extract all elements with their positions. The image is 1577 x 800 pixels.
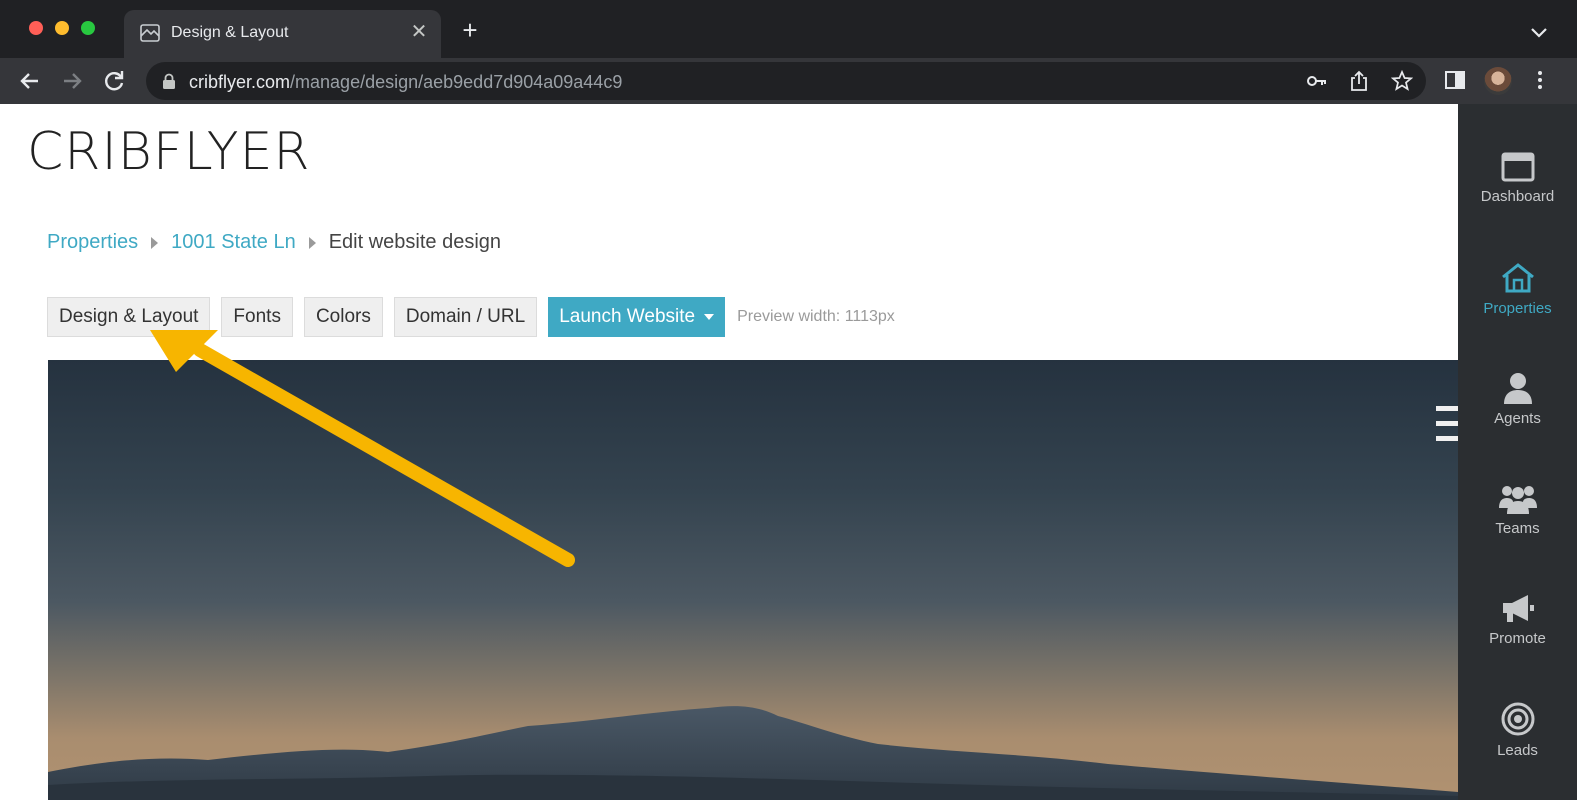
browser-titlebar: Design & Layout ✕ + bbox=[0, 0, 1577, 58]
preview-width-label: Preview width: 1113px bbox=[737, 308, 895, 325]
sidebar-item-teams[interactable]: Teams bbox=[1458, 482, 1577, 572]
sidebar-item-promote[interactable]: Promote bbox=[1458, 592, 1577, 682]
tab-title: Design & Layout bbox=[171, 24, 289, 41]
minimize-window-button[interactable] bbox=[55, 21, 69, 35]
chevron-down-icon[interactable] bbox=[1527, 20, 1551, 44]
breadcrumb-separator-icon bbox=[308, 236, 316, 249]
browser-toolbar: cribflyer.com/manage/design/aeb9edd7d904… bbox=[0, 58, 1577, 104]
caret-down-icon bbox=[704, 314, 715, 320]
cribflyer-favicon-icon bbox=[140, 24, 160, 42]
side-panel-icon[interactable] bbox=[1443, 68, 1467, 92]
star-icon[interactable] bbox=[1391, 70, 1413, 92]
tab-domain-url[interactable]: Domain / URL bbox=[393, 297, 538, 337]
forward-arrow-icon[interactable] bbox=[58, 67, 86, 95]
back-arrow-icon[interactable] bbox=[16, 67, 44, 95]
group-icon bbox=[1498, 486, 1537, 514]
lock-icon[interactable] bbox=[162, 73, 176, 89]
sidebar-item-label: Agents bbox=[1494, 410, 1541, 427]
browser-tab[interactable]: Design & Layout ✕ bbox=[124, 10, 441, 58]
breadcrumb-separator-icon bbox=[151, 236, 159, 249]
breadcrumb-current: Edit website design bbox=[328, 231, 502, 253]
cribflyer-logo[interactable]: CRIBFLYER bbox=[27, 122, 311, 182]
sidebar-item-agents[interactable]: Agents bbox=[1458, 372, 1577, 462]
launch-website-label: Launch Website bbox=[559, 306, 696, 327]
sidebar-item-leads[interactable]: Leads bbox=[1458, 702, 1577, 792]
design-tabs: Design & Layout Fonts Colors Domain / UR… bbox=[47, 297, 895, 337]
window-icon bbox=[1501, 152, 1534, 182]
close-window-button[interactable] bbox=[29, 21, 43, 35]
avatar[interactable] bbox=[1484, 67, 1512, 95]
menu-dots-icon[interactable] bbox=[1528, 68, 1552, 92]
close-tab-icon[interactable]: ✕ bbox=[409, 22, 429, 42]
sidebar-item-label: Properties bbox=[1483, 300, 1552, 317]
sidebar-item-label: Dashboard bbox=[1480, 188, 1555, 205]
key-icon[interactable] bbox=[1306, 70, 1328, 92]
url-text[interactable]: cribflyer.com/manage/design/aeb9edd7d904… bbox=[189, 72, 622, 93]
person-icon bbox=[1503, 373, 1532, 404]
app-sidebar: Dashboard Properties Agents Teams Promot… bbox=[1458, 104, 1577, 800]
sidebar-item-label: Leads bbox=[1497, 742, 1538, 759]
tab-colors[interactable]: Colors bbox=[303, 297, 383, 337]
tab-design-layout[interactable]: Design & Layout bbox=[47, 297, 211, 337]
new-tab-icon[interactable]: + bbox=[458, 17, 482, 43]
address-bar[interactable]: cribflyer.com/manage/design/aeb9edd7d904… bbox=[146, 62, 1426, 100]
maximize-window-button[interactable] bbox=[81, 21, 95, 35]
share-icon[interactable] bbox=[1348, 70, 1370, 92]
home-icon bbox=[1501, 263, 1534, 293]
reload-icon[interactable] bbox=[100, 67, 128, 95]
megaphone-icon bbox=[1502, 595, 1534, 622]
target-icon bbox=[1501, 702, 1534, 736]
hamburger-menu-icon[interactable] bbox=[1436, 404, 1458, 444]
tab-fonts[interactable]: Fonts bbox=[221, 297, 293, 337]
breadcrumb: Properties 1001 State Ln Edit website de… bbox=[47, 231, 501, 254]
mountain-landscape-image bbox=[48, 706, 1458, 800]
breadcrumb-properties-link[interactable]: Properties bbox=[47, 231, 138, 254]
website-preview[interactable] bbox=[48, 360, 1458, 800]
breadcrumb-property-link[interactable]: 1001 State Ln bbox=[171, 231, 296, 254]
launch-website-button[interactable]: Launch Website bbox=[548, 297, 726, 337]
sidebar-item-properties[interactable]: Properties bbox=[1458, 262, 1577, 352]
sidebar-item-label: Promote bbox=[1489, 630, 1546, 647]
sidebar-item-label: Teams bbox=[1495, 520, 1540, 537]
page-content: CRIBFLYER Properties 1001 State Ln Edit … bbox=[0, 104, 1577, 800]
sidebar-item-dashboard[interactable]: Dashboard bbox=[1458, 152, 1577, 242]
